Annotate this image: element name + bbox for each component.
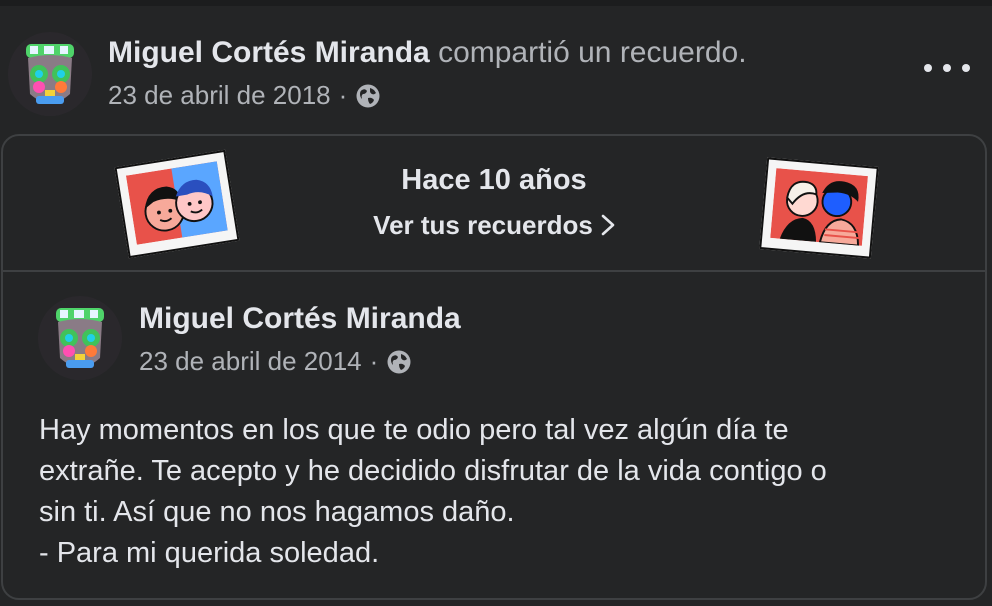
memory-banner[interactable]: Hace 10 años Ver tus recuerdos (3, 136, 985, 272)
post-text-line: sin ti. Así que no nos hagamos daño. (39, 496, 515, 528)
meta-separator: · (338, 80, 348, 110)
more-dot (943, 64, 951, 72)
post-text-line: - Para mi querida soledad. (39, 537, 380, 569)
post-meta: 23 de abril de 2018 · (108, 80, 381, 111)
more-options-icon[interactable] (924, 56, 970, 80)
post-date-link[interactable]: 23 de abril de 2018 (108, 80, 331, 111)
see-memories-label: Ver tus recuerdos (373, 210, 593, 240)
original-post-meta: 23 de abril de 2014 · (139, 346, 412, 377)
avatar-image (8, 32, 92, 116)
original-post-date-link[interactable]: 23 de abril de 2014 (139, 346, 362, 377)
globe-icon[interactable] (355, 83, 381, 109)
chevron-right-icon (601, 212, 615, 236)
post-author-line: Miguel Cortés Miranda compartió un recue… (108, 36, 747, 70)
original-author-name-link[interactable]: Miguel Cortés Miranda (139, 302, 461, 336)
post-text-line: Hay momentos en los que te odio pero tal… (39, 414, 789, 446)
top-edge-divider (0, 0, 992, 6)
more-dot (924, 64, 932, 72)
post-text-line: extrañe. Te acepto y he decidido disfrut… (39, 455, 827, 487)
meta-separator: · (369, 346, 379, 376)
memory-illustration-right (759, 157, 879, 259)
more-dot (962, 64, 970, 72)
post-text: Hay momentos en los que te odio pero tal… (39, 410, 969, 574)
avatar[interactable] (8, 32, 92, 116)
globe-icon[interactable] (386, 349, 412, 375)
avatar-image (38, 296, 122, 380)
post-action-text: compartió un recuerdo. (438, 36, 747, 69)
original-post[interactable]: Miguel Cortés Miranda 23 de abril de 201… (3, 272, 985, 598)
author-name-link[interactable]: Miguel Cortés Miranda (108, 36, 430, 69)
post-header: Miguel Cortés Miranda compartió un recue… (8, 30, 984, 120)
memory-card[interactable]: Hace 10 años Ver tus recuerdos Miguel Co… (1, 134, 987, 600)
avatar[interactable] (38, 296, 122, 380)
